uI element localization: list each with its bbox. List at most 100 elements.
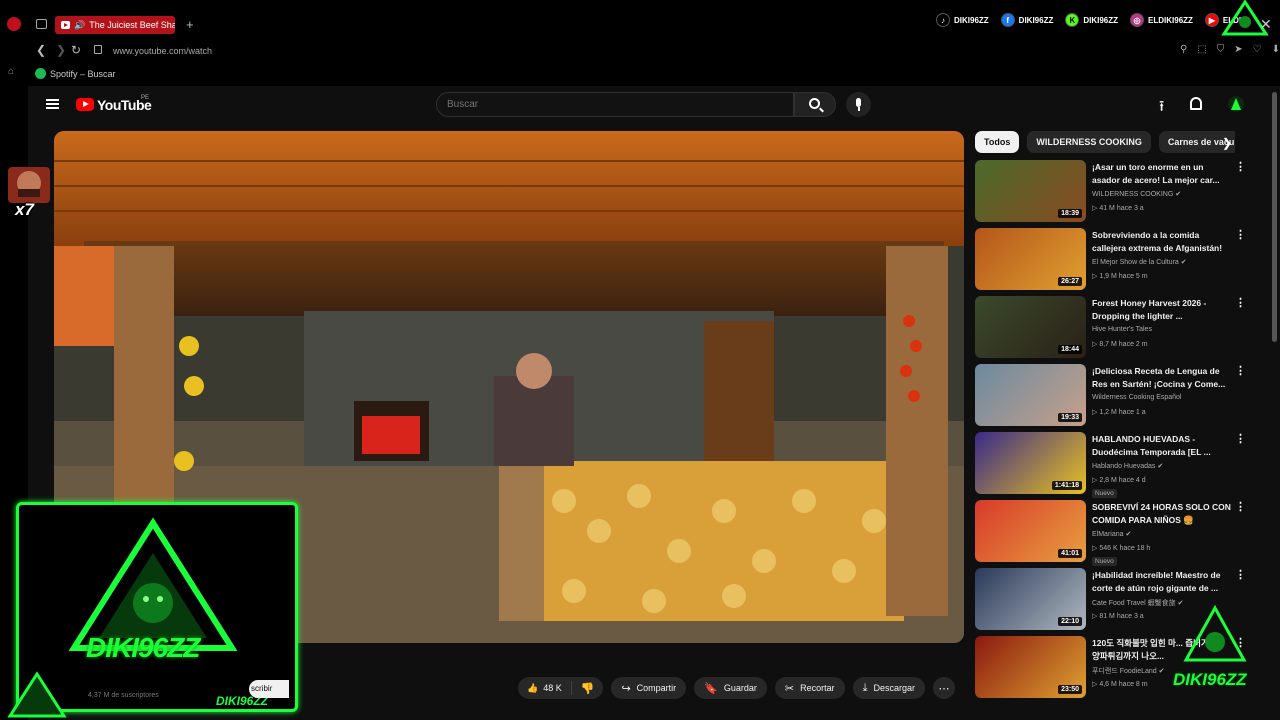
- more-options-icon[interactable]: ⋮: [1235, 364, 1246, 377]
- recommended-title[interactable]: ¡Habilidad increíble! Maestro de corte d…: [1092, 569, 1232, 595]
- more-options-icon[interactable]: ⋮: [1235, 160, 1246, 173]
- more-actions-button[interactable]: ⋯: [933, 677, 956, 699]
- voice-search-button[interactable]: [846, 92, 871, 117]
- recommended-channel[interactable]: Hablando Huevadas ✔: [1092, 462, 1163, 470]
- bookmark-spotify[interactable]: Spotify – Buscar: [50, 69, 116, 79]
- multiplier-badge: x7: [15, 200, 34, 219]
- forward-button[interactable]: ❯: [56, 43, 66, 57]
- pin-icon[interactable]: ⚲: [1180, 44, 1187, 55]
- video-thumbnail[interactable]: 22:10: [975, 568, 1086, 630]
- more-options-icon[interactable]: ⋮: [1235, 228, 1246, 241]
- download-icon[interactable]: ⬇: [1272, 44, 1280, 55]
- social-links-overlay: ♪ DIKI96ZZ f DIKI96ZZ K DIKI96ZZ ◎ ELDIKI96ZZ ▶ E…: [936, 11, 1249, 29]
- like-count: 48 K: [543, 683, 562, 693]
- recommended-channel[interactable]: ElMariana ✔: [1092, 530, 1131, 538]
- video-thumbnail[interactable]: 18:44: [975, 296, 1086, 358]
- create-upload-button[interactable]: ⭱: [1159, 96, 1164, 121]
- opera-logo-icon[interactable]: [7, 17, 21, 31]
- recommended-title[interactable]: Sobreviviendo a la comida callejera extr…: [1092, 229, 1232, 255]
- sidebar-workspace-icon[interactable]: ⌂: [8, 66, 14, 77]
- avatar[interactable]: [1228, 96, 1244, 112]
- tab-active[interactable]: 🔊 The Juiciest Beef Shav: [55, 16, 175, 34]
- recommended-video[interactable]: 26:27 Sobreviviendo a la comida callejera…: [975, 228, 1255, 292]
- new-tab-button[interactable]: +: [186, 17, 194, 32]
- heart-icon[interactable]: ♡: [1253, 44, 1262, 55]
- notifications-bell-icon[interactable]: [1190, 97, 1202, 110]
- chip-all[interactable]: Todos: [975, 131, 1020, 153]
- like-dislike-group: 👍 48 K 👎: [518, 677, 604, 699]
- bookmarks-bar: Spotify – Buscar: [28, 64, 1280, 86]
- social-label: ELDIKI96ZZ: [1148, 15, 1193, 25]
- spotify-icon[interactable]: [35, 68, 46, 79]
- recommended-video[interactable]: 18:39 ¡Asar un toro enorme en un asador d…: [975, 160, 1255, 224]
- recommended-meta: ▷ 8,7 M hace 2 m: [1092, 341, 1148, 348]
- recommended-video[interactable]: 41:01 SOBREVIVÍ 24 HORAS SOLO CON COMIDA …: [975, 500, 1255, 566]
- recommended-title[interactable]: ¡Asar un toro enorme en un asador de ace…: [1092, 161, 1232, 187]
- tiktok-icon: ♪: [936, 13, 950, 27]
- back-button[interactable]: ❮: [36, 43, 46, 57]
- shield-icon[interactable]: ⛉: [1217, 44, 1225, 55]
- subscribe-button[interactable]: scribir: [249, 680, 289, 698]
- url-field[interactable]: www.youtube.com/watch: [113, 46, 212, 56]
- youtube-logo-icon[interactable]: [76, 98, 94, 111]
- video-thumbnail[interactable]: 1:41:18: [975, 432, 1086, 494]
- video-actions: 👍 48 K 👎 ↪ Compartir 🔖 Guardar ✂ Recortar ⤓ D…: [518, 677, 956, 699]
- search-box[interactable]: [436, 92, 794, 117]
- recommended-title[interactable]: HABLANDO HUEVADAS - Duodécima Temporada …: [1092, 433, 1232, 459]
- recommended-meta: ▷ 546 K hace 18 h: [1092, 545, 1151, 552]
- reload-button[interactable]: ↻: [71, 43, 81, 57]
- tab-title: The Juiciest Beef Shav: [89, 20, 175, 30]
- diki-triangle-logo-icon: [57, 508, 249, 698]
- download-button[interactable]: ⤓ Descargar: [852, 677, 926, 699]
- video-thumbnail[interactable]: 26:27: [975, 228, 1086, 290]
- new-badge: Nuevo: [1092, 489, 1117, 498]
- video-duration: 23:50: [1058, 685, 1082, 694]
- dislike-button[interactable]: 👎: [572, 682, 604, 695]
- download-icon: ⤓: [862, 681, 868, 694]
- recommended-channel[interactable]: WILDERNESS COOKING ✔: [1092, 190, 1181, 198]
- recommended-meta: ▷ 1,9 M hace 5 m: [1092, 273, 1148, 280]
- recommended-meta: ▷ 2,8 M hace 4 d: [1092, 477, 1146, 484]
- recommended-video[interactable]: 19:33 ¡Deliciosa Receta de Lengua de Res …: [975, 364, 1255, 428]
- social-label: DIKI96ZZ: [1018, 15, 1054, 25]
- chip-wilderness-cooking[interactable]: WILDERNESS COOKING: [1027, 131, 1151, 153]
- search-button[interactable]: [794, 92, 836, 117]
- recommended-video[interactable]: 18:44 Forest Honey Harvest 2026 - Droppin…: [975, 296, 1255, 360]
- recommended-title[interactable]: SOBREVIVÍ 24 HORAS SOLO CON COMIDA PARA …: [1092, 501, 1232, 527]
- lock-icon[interactable]: [94, 45, 102, 54]
- chevron-right-icon[interactable]: ❯: [1222, 136, 1232, 150]
- more-options-icon[interactable]: ⋮: [1235, 500, 1246, 513]
- recommended-title[interactable]: Forest Honey Harvest 2026 - Dropping the…: [1092, 297, 1232, 323]
- tab-islands-icon[interactable]: [36, 19, 47, 29]
- recommended-title[interactable]: ¡Deliciosa Receta de Lengua de Res en Sa…: [1092, 365, 1232, 391]
- more-options-icon[interactable]: ⋮: [1235, 296, 1246, 309]
- video-thumbnail[interactable]: 23:50: [975, 636, 1086, 698]
- like-button[interactable]: 👍 48 K: [518, 681, 572, 695]
- menu-icon[interactable]: [46, 99, 59, 109]
- recommended-channel[interactable]: Hive Hunter's Tales: [1092, 326, 1152, 333]
- more-options-icon[interactable]: ⋮: [1235, 432, 1246, 445]
- recommended-channel[interactable]: Cate Food Travel 蝦蟹食旅 ✔: [1092, 598, 1183, 608]
- recommended-channel[interactable]: 푸디랜드 FoodieLand ✔: [1092, 666, 1165, 676]
- related-chips: Todos WILDERNESS COOKING Carnes de vacun…: [975, 131, 1235, 153]
- video-thumbnail[interactable]: 19:33: [975, 364, 1086, 426]
- close-window-button[interactable]: ✕: [1260, 16, 1272, 33]
- snapshot-icon[interactable]: ⬚: [1197, 44, 1206, 55]
- share-button[interactable]: ↪ Compartir: [611, 677, 687, 699]
- video-duration: 19:33: [1058, 413, 1082, 422]
- more-options-icon[interactable]: ⋮: [1235, 568, 1246, 581]
- recommended-video[interactable]: 1:41:18 HABLANDO HUEVADAS - Duodécima Tem…: [975, 432, 1255, 498]
- video-thumbnail[interactable]: 41:01: [975, 500, 1086, 562]
- audio-playing-icon[interactable]: 🔊: [74, 20, 85, 31]
- recommended-meta: ▷ 1,2 M hace 1 a: [1092, 409, 1146, 416]
- send-icon[interactable]: ➤: [1234, 44, 1242, 55]
- save-button[interactable]: 🔖 Guardar: [694, 677, 767, 699]
- scrollbar-thumb[interactable]: [1272, 92, 1277, 342]
- clip-button[interactable]: ✂ Recortar: [774, 677, 845, 699]
- recommended-meta: ▷ 4,6 M hace 8 m: [1092, 681, 1148, 688]
- search-input[interactable]: [447, 99, 777, 110]
- video-thumbnail[interactable]: 18:39: [975, 160, 1086, 222]
- recommended-channel[interactable]: Wilderness Cooking Español: [1092, 394, 1182, 401]
- recommended-channel[interactable]: El Mejor Show de la Cultura ✔: [1092, 258, 1187, 266]
- thumbs-down-icon: 👎: [580, 682, 595, 695]
